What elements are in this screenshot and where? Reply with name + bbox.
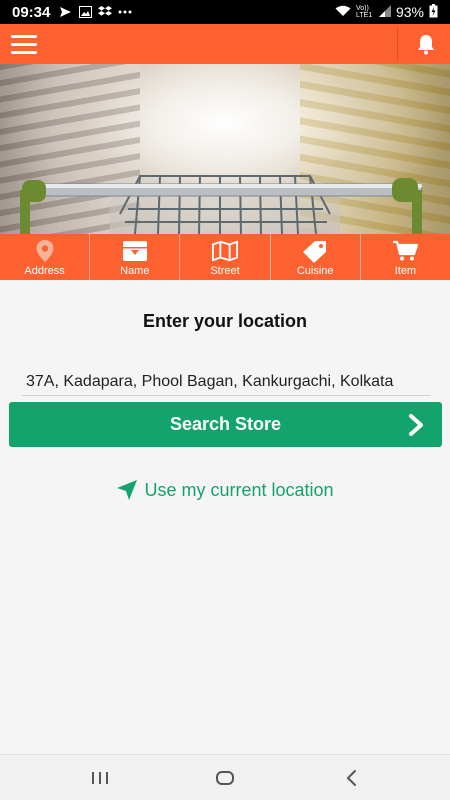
network-label: Vo)) LTE1 [355, 5, 373, 19]
cart-icon [392, 238, 419, 264]
use-current-location-label: Use my current location [144, 479, 334, 500]
hamburger-icon[interactable] [11, 35, 37, 55]
category-label: Street [210, 265, 240, 277]
category-label: Address [24, 265, 65, 277]
tag-icon [302, 238, 328, 264]
send-icon [58, 6, 72, 18]
search-store-label: Search Store [169, 414, 282, 434]
search-store-button[interactable]: Search Store [9, 402, 442, 447]
category-address[interactable]: Address [0, 234, 91, 280]
more-dots-icon [118, 6, 132, 18]
category-label: Item [394, 265, 417, 277]
category-item[interactable]: Item [361, 234, 450, 280]
signal-icon [378, 4, 391, 20]
navigation-arrow-icon [117, 480, 138, 500]
wifi-icon [335, 4, 351, 20]
image-icon [78, 6, 92, 18]
divider [397, 28, 398, 60]
battery-charging-icon [429, 3, 438, 21]
category-label: Name [120, 265, 150, 277]
map-pin-icon [32, 238, 58, 264]
inbox-download-icon [122, 238, 148, 264]
status-time: 09:34 [12, 3, 51, 21]
category-name[interactable]: Name [90, 234, 181, 280]
category-street[interactable]: Street [180, 234, 271, 280]
shopping-cart-illustration [20, 175, 423, 234]
home-icon[interactable] [214, 767, 236, 789]
page-title: Enter your location [142, 311, 308, 331]
map-icon [212, 238, 238, 264]
chevron-right-icon [409, 414, 423, 436]
battery-percent: 93% [395, 4, 424, 20]
recent-apps-icon[interactable] [89, 767, 111, 789]
category-label: Cuisine [296, 265, 334, 277]
back-icon[interactable] [341, 767, 363, 789]
category-bar: Address Name Street Cuisine Item [0, 234, 450, 280]
dropbox-icon [98, 6, 113, 18]
app-bar [0, 24, 450, 64]
status-bar: 09:34 Vo)) LTE1 93% [0, 0, 450, 24]
category-cuisine[interactable]: Cuisine [271, 234, 361, 280]
system-nav-bar [0, 754, 450, 800]
use-current-location-link[interactable]: Use my current location [0, 479, 450, 501]
hero-banner-image [0, 64, 450, 234]
bell-icon[interactable] [414, 32, 438, 56]
main-content: Enter your location Search Store Use my … [0, 280, 450, 754]
location-input[interactable] [22, 368, 430, 396]
